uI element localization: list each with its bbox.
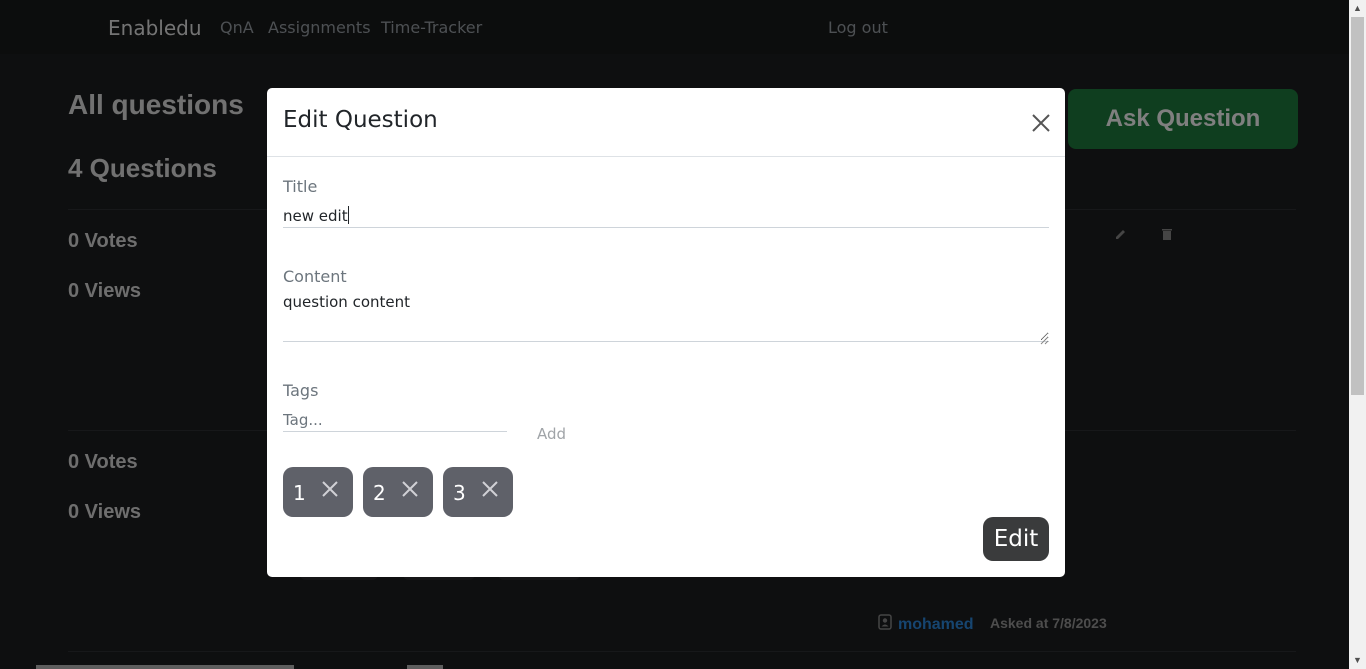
tags-label: Tags (283, 381, 319, 400)
edit-submit-button[interactable]: Edit (983, 517, 1049, 561)
content-label: Content (283, 267, 347, 286)
title-label: Title (283, 177, 318, 196)
tag-input[interactable] (283, 409, 507, 432)
modal-title: Edit Question (283, 107, 438, 133)
modal-header: Edit Question (267, 88, 1065, 157)
content-textarea[interactable]: question content (283, 293, 1049, 342)
close-icon[interactable] (1027, 109, 1055, 137)
add-tag-button[interactable]: Add (537, 425, 566, 443)
title-input[interactable] (283, 205, 1049, 228)
tag-chip: 2 (363, 467, 433, 517)
tag-label: 3 (453, 481, 466, 505)
close-icon[interactable] (402, 481, 418, 497)
tag-chip: 3 (443, 467, 513, 517)
close-icon[interactable] (322, 481, 338, 497)
scroll-up-icon[interactable]: ▲ (1352, 3, 1363, 14)
edit-question-modal: Edit Question Title Content question con… (267, 88, 1065, 577)
scrollbar-thumb[interactable] (1351, 17, 1364, 395)
scroll-down-icon[interactable]: ▼ (1352, 655, 1363, 666)
tag-chip: 1 (283, 467, 353, 517)
tag-label: 2 (373, 481, 386, 505)
resize-grip-icon[interactable] (1039, 330, 1049, 345)
tag-label: 1 (293, 481, 306, 505)
close-icon[interactable] (482, 481, 498, 497)
text-cursor (348, 206, 349, 224)
